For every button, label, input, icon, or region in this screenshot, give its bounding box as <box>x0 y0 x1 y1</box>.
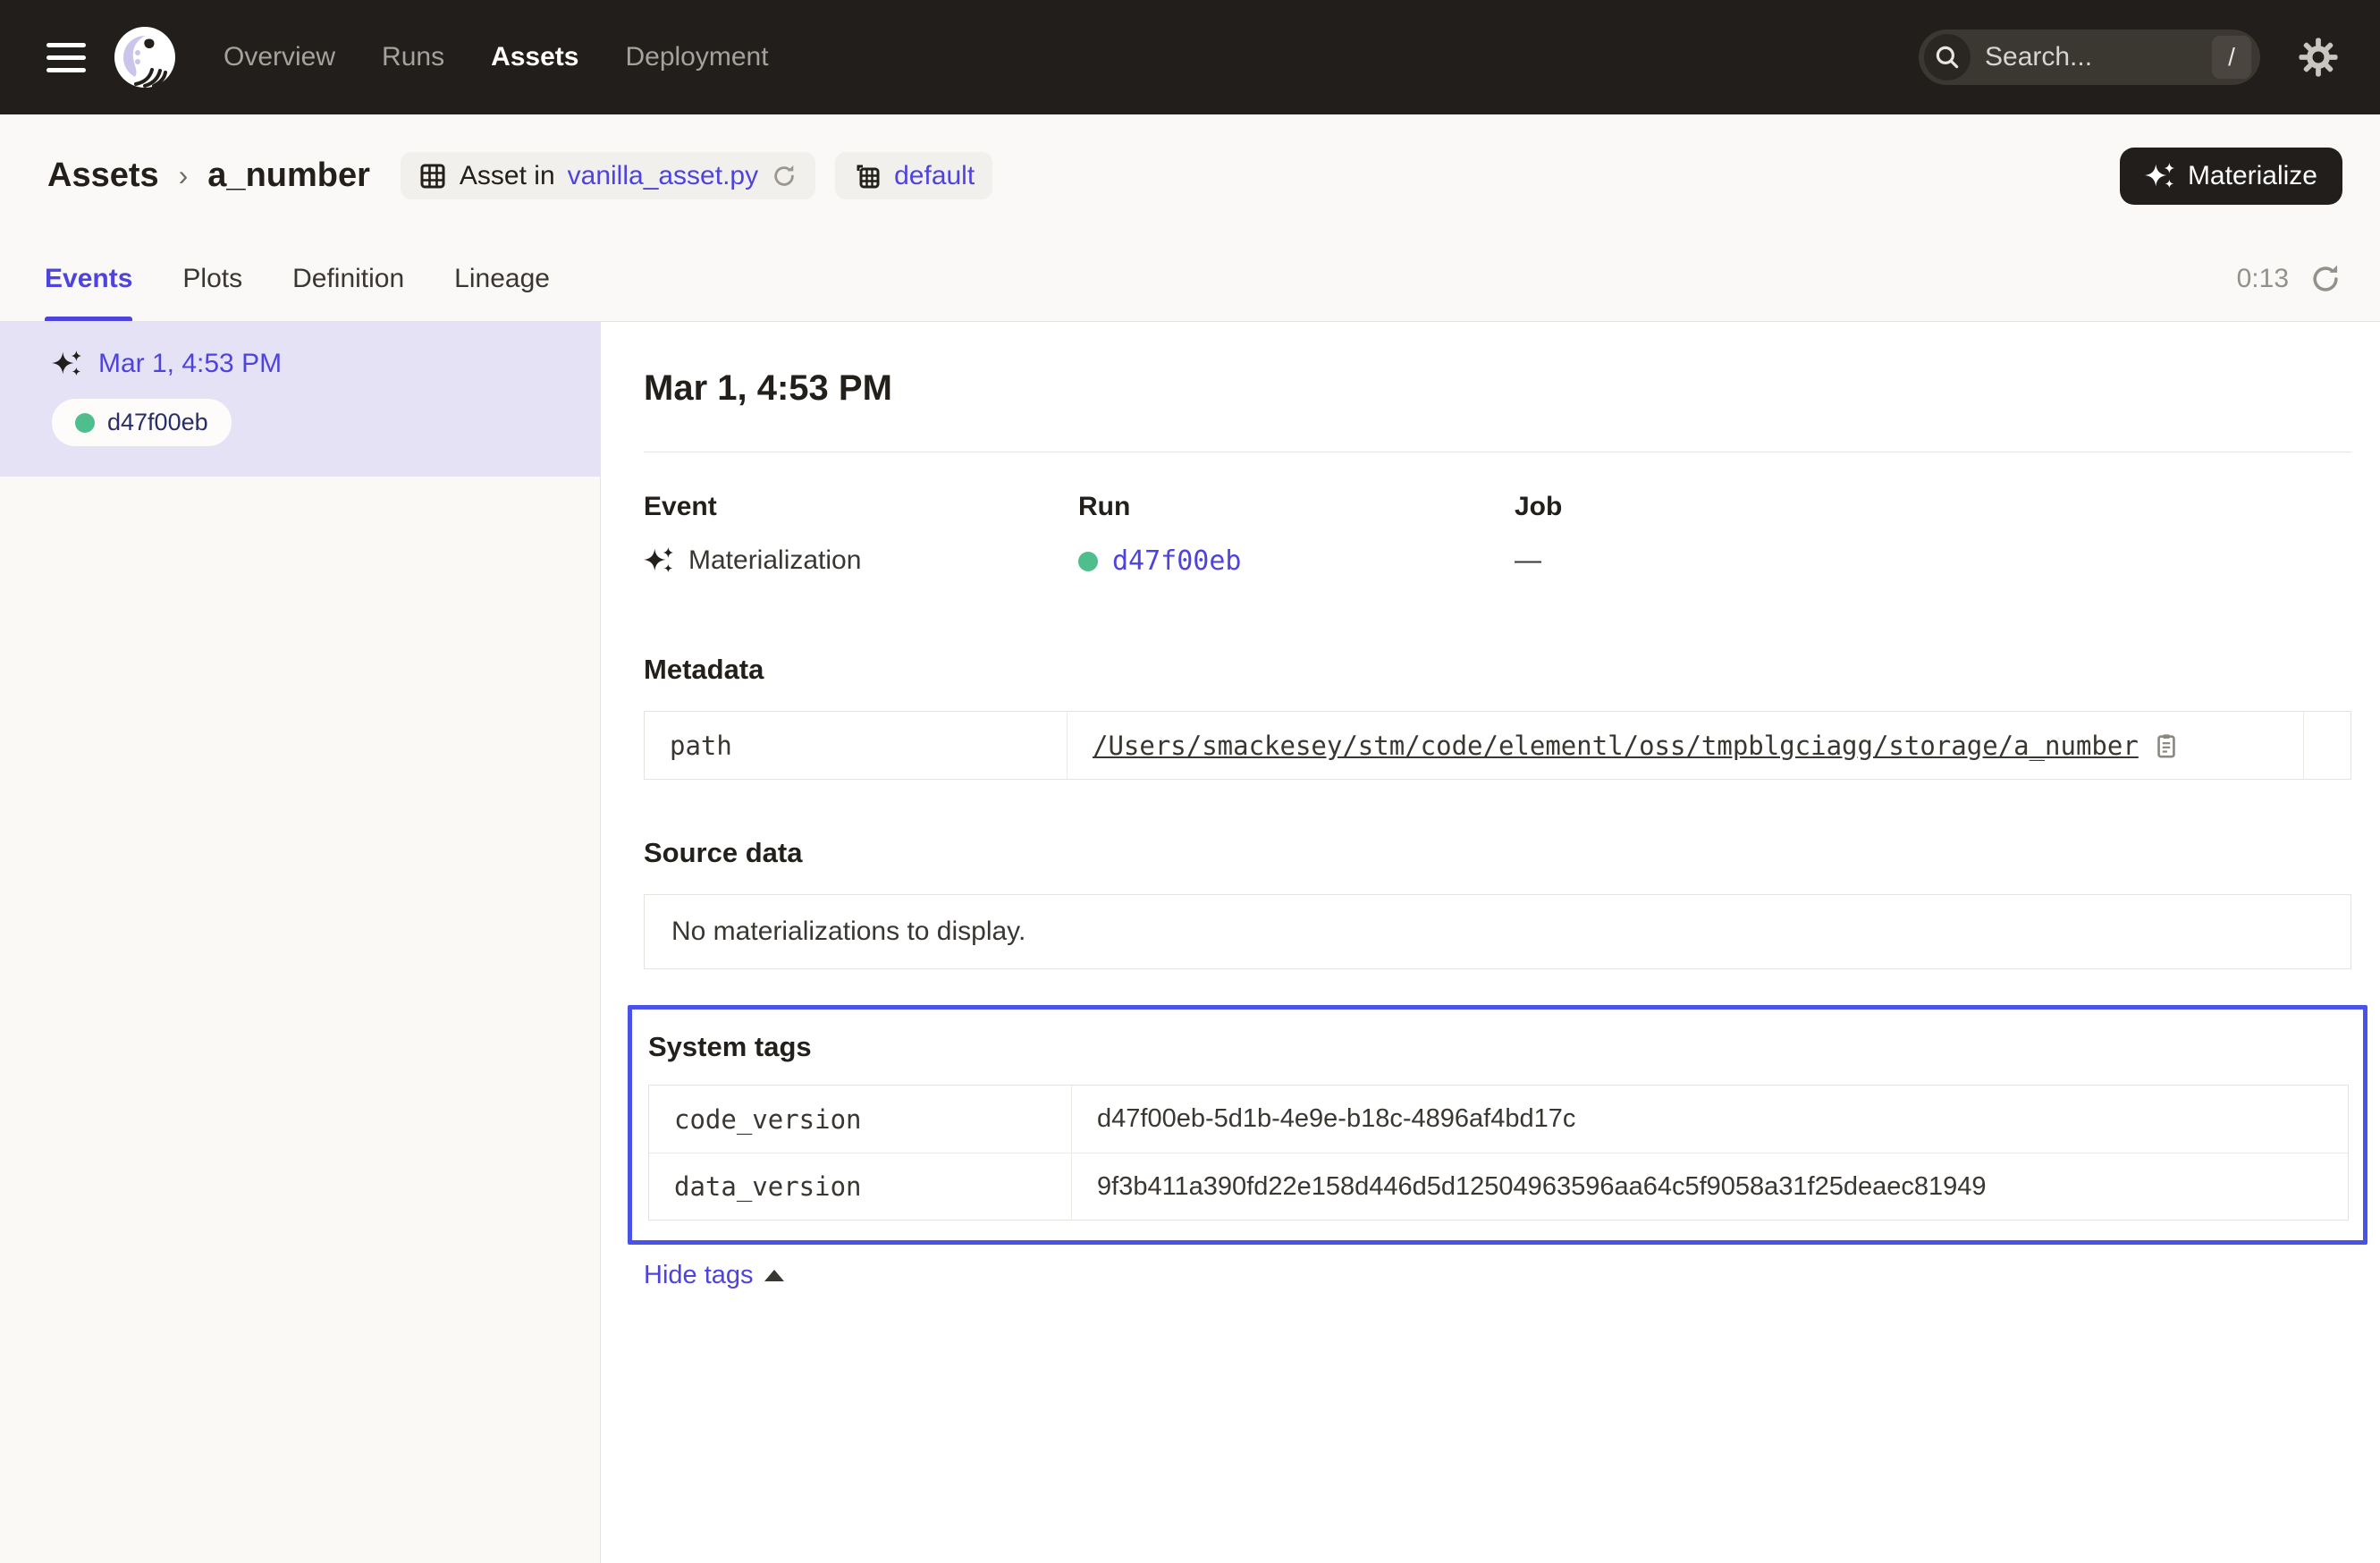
metadata-row-actions <box>2303 712 2350 779</box>
event-timestamp-link[interactable]: Mar 1, 4:53 PM <box>98 349 282 379</box>
event-detail-title: Mar 1, 4:53 PM <box>644 368 2351 409</box>
run-status-dot <box>1078 552 1098 571</box>
asset-definition-chip[interactable]: Asset in vanilla_asset.py <box>401 152 815 199</box>
refresh-timer: 0:13 <box>2237 264 2289 294</box>
asset-grid-icon <box>418 162 447 190</box>
tab-events[interactable]: Events <box>45 237 132 321</box>
metadata-key: path <box>645 712 1068 779</box>
source-data-empty-message: No materializations to display. <box>644 894 2351 969</box>
run-status-dot <box>75 413 95 433</box>
breadcrumb-asset-name: a_number <box>207 156 370 195</box>
run-id-badge[interactable]: d47f00eb <box>52 399 232 446</box>
event-column: Event Materialization <box>644 492 1078 577</box>
run-label: Run <box>1078 492 1515 522</box>
group-link[interactable]: default <box>894 161 975 191</box>
search-box[interactable]: / <box>1919 30 2260 85</box>
materialize-button-label: Materialize <box>2188 161 2317 191</box>
settings-gear-icon[interactable] <box>2298 37 2339 78</box>
system-tag-value: d47f00eb-5d1b-4e9e-b18c-4896af4bd17c <box>1097 1104 1575 1134</box>
run-id-badge-label: d47f00eb <box>107 409 208 436</box>
refresh-icon[interactable] <box>2308 262 2342 296</box>
table-row: code_version d47f00eb-5d1b-4e9e-b18c-489… <box>649 1086 2348 1153</box>
nav-link-runs[interactable]: Runs <box>382 42 444 72</box>
sparkle-icon <box>2145 161 2175 191</box>
top-nav: Overview Runs Assets Deployment / <box>0 0 2380 114</box>
system-tag-key: data_version <box>649 1153 1072 1220</box>
nav-link-deployment[interactable]: Deployment <box>625 42 768 72</box>
run-column: Run d47f00eb <box>1078 492 1515 577</box>
materialization-sparkle-icon <box>644 545 674 576</box>
breadcrumb-separator: › <box>179 159 189 192</box>
reload-icon[interactable] <box>771 163 798 190</box>
search-input[interactable] <box>1985 42 2212 72</box>
hide-tags-label: Hide tags <box>644 1261 754 1290</box>
copy-clipboard-icon[interactable] <box>2153 732 2180 759</box>
search-shortcut-key: / <box>2212 36 2251 79</box>
nav-links: Overview Runs Assets Deployment <box>224 42 769 72</box>
source-data-section: Source data No materializations to displ… <box>644 837 2351 969</box>
metadata-section: Metadata path /Users/smackesey/stm/code/… <box>644 654 2351 780</box>
breadcrumb-assets[interactable]: Assets <box>47 156 159 195</box>
group-chip[interactable]: default <box>835 152 992 199</box>
group-grid-icon <box>853 162 882 190</box>
table-row: path /Users/smackesey/stm/code/elementl/… <box>645 712 2350 779</box>
system-tag-key: code_version <box>649 1086 1072 1153</box>
system-tags-section: System tags code_version d47f00eb-5d1b-4… <box>628 1005 2367 1245</box>
tabs-bar: Events Plots Definition Lineage 0:13 <box>0 237 2380 322</box>
materialize-button[interactable]: Materialize <box>2120 148 2342 205</box>
page-header: Assets › a_number Asset in vanilla_asset… <box>0 114 2380 237</box>
materialization-sparkle-icon <box>52 349 82 379</box>
event-type-value: Materialization <box>688 545 861 576</box>
hide-tags-link[interactable]: Hide tags <box>644 1261 2351 1290</box>
event-list-item[interactable]: Mar 1, 4:53 PM d47f00eb <box>0 322 600 477</box>
tab-plots[interactable]: Plots <box>182 237 242 321</box>
event-label: Event <box>644 492 1078 522</box>
job-column: Job — <box>1515 492 2351 577</box>
nav-link-overview[interactable]: Overview <box>224 42 335 72</box>
asset-file-link[interactable]: vanilla_asset.py <box>568 161 758 191</box>
hamburger-menu-icon[interactable] <box>46 43 86 72</box>
event-detail-panel: Mar 1, 4:53 PM Event Materialization <box>601 322 2380 1563</box>
system-tags-heading: System tags <box>648 1031 2349 1063</box>
breadcrumb: Assets › a_number <box>47 156 370 195</box>
asset-chip-prefix: Asset in <box>460 161 555 191</box>
system-tags-table: code_version d47f00eb-5d1b-4e9e-b18c-489… <box>648 1085 2349 1221</box>
metadata-heading: Metadata <box>644 654 2351 686</box>
metadata-path-link[interactable]: /Users/smackesey/stm/code/elementl/oss/t… <box>1093 731 2139 761</box>
job-label: Job <box>1515 492 2351 522</box>
tab-definition[interactable]: Definition <box>292 237 404 321</box>
job-value: — <box>1515 545 1541 576</box>
run-id-link[interactable]: d47f00eb <box>1112 545 1242 577</box>
metadata-table: path /Users/smackesey/stm/code/elementl/… <box>644 711 2351 780</box>
system-tag-value: 9f3b411a390fd22e158d446d5d12504963596aa6… <box>1097 1172 1987 1202</box>
dagster-logo-icon[interactable] <box>111 23 179 91</box>
nav-link-assets[interactable]: Assets <box>491 42 578 72</box>
source-data-heading: Source data <box>644 837 2351 869</box>
search-icon <box>1924 34 1971 80</box>
table-row: data_version 9f3b411a390fd22e158d446d5d1… <box>649 1153 2348 1220</box>
tab-lineage[interactable]: Lineage <box>454 237 550 321</box>
caret-up-icon <box>764 1270 784 1281</box>
events-sidebar: Mar 1, 4:53 PM d47f00eb <box>0 322 601 1563</box>
